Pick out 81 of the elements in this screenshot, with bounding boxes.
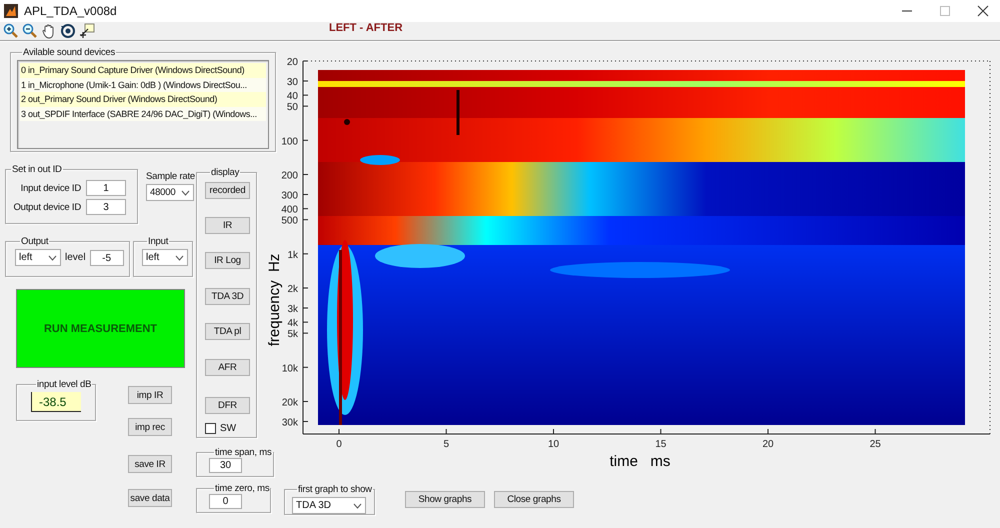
action-button[interactable]: save IR <box>128 455 172 473</box>
display-button[interactable]: recorded <box>205 182 250 199</box>
tick-label: 30 <box>286 76 298 88</box>
tick-label: 3k <box>287 304 298 315</box>
dropdown[interactable]: 48000 <box>146 184 194 201</box>
field-label: level <box>65 252 86 263</box>
tick-label: 400 <box>281 204 298 216</box>
tick-label: 4k <box>287 318 298 330</box>
tick-label: 20 <box>762 439 774 450</box>
field-label: Output device ID <box>13 202 81 212</box>
display-button[interactable]: TDA pl <box>205 323 250 340</box>
display-button[interactable]: AFR <box>205 359 250 376</box>
device-item[interactable]: 1 in_Microphone (Umik-1 Gain: 0dB ) (Windows DirectSou... <box>20 78 266 92</box>
panel-label: Set in out ID <box>11 164 63 175</box>
tick-label: 0 <box>336 439 342 450</box>
window-title: APL_TDA_v008d <box>24 4 117 18</box>
device-item[interactable]: 2 out_Primary Sound Driver (Windows DirectSound) <box>20 92 266 106</box>
tick-label: 2k <box>287 284 298 295</box>
display-button[interactable]: DFR <box>205 397 250 414</box>
tick-label: 40 <box>286 91 298 102</box>
checkbox[interactable] <box>205 423 216 434</box>
app-logo-icon <box>4 4 18 18</box>
panel-label: Avilable sound devices <box>22 47 116 58</box>
rotate-icon[interactable] <box>60 23 76 39</box>
tick-label: 5k <box>287 329 298 340</box>
tick-label: 5 <box>443 439 450 450</box>
data-cursor-icon[interactable] <box>79 23 95 39</box>
device-item[interactable]: 0 in_Primary Sound Capture Driver (Windows DirectSound) <box>20 63 266 78</box>
action-button[interactable]: imp IR <box>128 386 172 404</box>
input-field[interactable]: 3 <box>86 199 126 215</box>
action-button[interactable]: imp rec <box>128 418 172 436</box>
panel-label: display <box>210 167 240 178</box>
tick-label: 25 <box>870 439 881 450</box>
action-button[interactable]: save data <box>128 489 172 507</box>
zoom-in-icon[interactable] <box>3 23 19 39</box>
input-field[interactable]: 1 <box>86 180 126 196</box>
plot-title: LEFT - AFTER <box>329 22 403 34</box>
panel-label: Output <box>20 236 50 247</box>
display-button[interactable]: IR Log <box>205 252 250 269</box>
tick-label: 10k <box>282 363 298 374</box>
tick-label: 20k <box>282 398 298 408</box>
caret-icon <box>175 254 184 260</box>
panel-label: time span, ms <box>214 447 273 458</box>
checkbox-label: SW <box>220 423 236 434</box>
close-icon[interactable] <box>977 5 989 17</box>
zoom-out-icon[interactable] <box>22 23 38 39</box>
caret-icon <box>181 190 190 196</box>
panel-label: first graph to show <box>297 484 373 495</box>
tick-label: 1k <box>287 250 298 261</box>
tick-label: 100 <box>281 136 298 148</box>
field-label: Input device ID <box>20 182 81 194</box>
display-button[interactable]: IR <box>205 217 250 234</box>
display-button[interactable]: TDA 3D <box>205 288 250 305</box>
caret-icon <box>353 502 362 508</box>
device-item[interactable]: 3 out_SPDIF Interface (SABRE 24/96 DAC_DigiT) (Windows... <box>20 106 266 121</box>
axis-title: time ms <box>610 453 670 470</box>
tick-label: 10 <box>548 439 560 450</box>
dropdown[interactable]: TDA 3D <box>292 497 366 514</box>
input-field[interactable]: 30 <box>209 458 242 473</box>
tick-label: 30k <box>282 417 298 428</box>
input-field[interactable]: 0 <box>209 494 242 509</box>
panel-label: time zero, ms <box>214 483 270 494</box>
run-measurement-button[interactable]: RUN MEASUREMENT <box>16 289 185 368</box>
panel-label: input level dB <box>36 379 92 390</box>
caret-icon <box>48 254 57 260</box>
axis-title: frequency Hz <box>266 254 283 346</box>
dropdown[interactable]: left <box>15 249 61 266</box>
tick-label: 300 <box>281 190 298 202</box>
graph-button[interactable]: Close graphs <box>494 491 574 508</box>
level-readout: -38.5 <box>31 392 81 412</box>
tick-label: 15 <box>655 439 666 450</box>
tick-label: 500 <box>281 216 298 227</box>
tick-label: 20 <box>286 57 298 68</box>
tick-label: 200 <box>281 170 298 182</box>
device-list[interactable] <box>17 60 269 149</box>
dropdown[interactable]: left <box>142 249 188 266</box>
tick-label: 50 <box>286 102 298 114</box>
panel-label: Input <box>147 236 170 247</box>
field-label: Sample rate <box>146 171 196 182</box>
graph-button[interactable]: Show graphs <box>405 491 485 508</box>
input-field[interactable]: -5 <box>90 250 124 266</box>
